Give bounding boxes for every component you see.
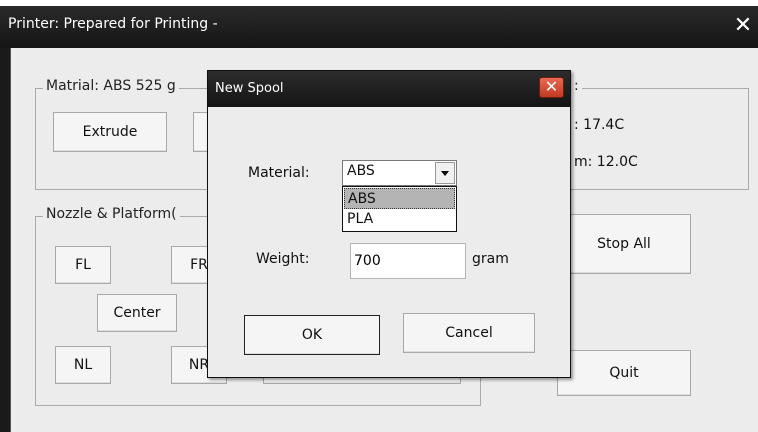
nl-button[interactable]: NL xyxy=(55,346,111,384)
stop-all-button[interactable]: Stop All xyxy=(557,214,691,274)
material-option-pla[interactable]: PLA xyxy=(344,209,455,230)
nozzle-platform-group-title: Nozzle & Platform( xyxy=(43,206,180,222)
new-spool-dialog: New Spool ✕ Material: ABS Weight: gram A… xyxy=(207,70,571,378)
material-label: Material: xyxy=(248,165,310,181)
quit-button-label: Quit xyxy=(609,365,639,381)
extrude-button[interactable]: Extrude xyxy=(53,112,167,152)
weight-input[interactable] xyxy=(350,243,466,279)
center-button[interactable]: Center xyxy=(97,294,177,332)
material-option-abs[interactable]: ABS xyxy=(344,188,455,209)
dialog-title: New Spool xyxy=(215,81,284,96)
dialog-client-area: Material: ABS Weight: gram ABS PLA OK Ca… xyxy=(216,107,562,371)
ok-button-label: OK xyxy=(301,327,323,343)
ok-button[interactable]: OK xyxy=(244,315,380,355)
window-left-border xyxy=(0,48,10,432)
cancel-button-label: Cancel xyxy=(445,325,493,341)
material-select-value: ABS xyxy=(347,163,375,179)
nl-button-label: NL xyxy=(73,357,93,373)
fl-button[interactable]: FL xyxy=(55,246,111,284)
temperature-group xyxy=(563,88,749,190)
chevron-down-icon[interactable] xyxy=(435,162,455,184)
dialog-title-bar[interactable]: New Spool ✕ xyxy=(208,71,570,107)
platform-temperature: m: 12.0C xyxy=(574,154,638,170)
material-select[interactable]: ABS xyxy=(342,160,457,186)
main-window-title: Printer: Prepared for Printing - xyxy=(8,16,218,32)
cancel-button[interactable]: Cancel xyxy=(403,313,535,353)
dialog-close-icon[interactable]: ✕ xyxy=(539,77,564,98)
center-button-label: Center xyxy=(113,305,161,321)
extrude-button-label: Extrude xyxy=(82,124,138,140)
weight-label: Weight: xyxy=(256,251,310,267)
main-close-icon[interactable]: ✕ xyxy=(732,14,754,38)
temperature-group-title: : xyxy=(571,78,582,94)
fl-button-label: FL xyxy=(75,257,91,273)
weight-unit-label: gram xyxy=(472,251,509,267)
stop-all-button-label: Stop All xyxy=(597,236,651,252)
material-group-title: Matrial: ABS 525 g xyxy=(43,78,179,94)
main-title-bar[interactable]: Printer: Prepared for Printing - ✕ xyxy=(0,6,758,48)
quit-button[interactable]: Quit xyxy=(557,350,691,396)
material-dropdown-list: ABS PLA xyxy=(342,186,457,232)
nozzle-temperature: : 17.4C xyxy=(574,117,625,133)
